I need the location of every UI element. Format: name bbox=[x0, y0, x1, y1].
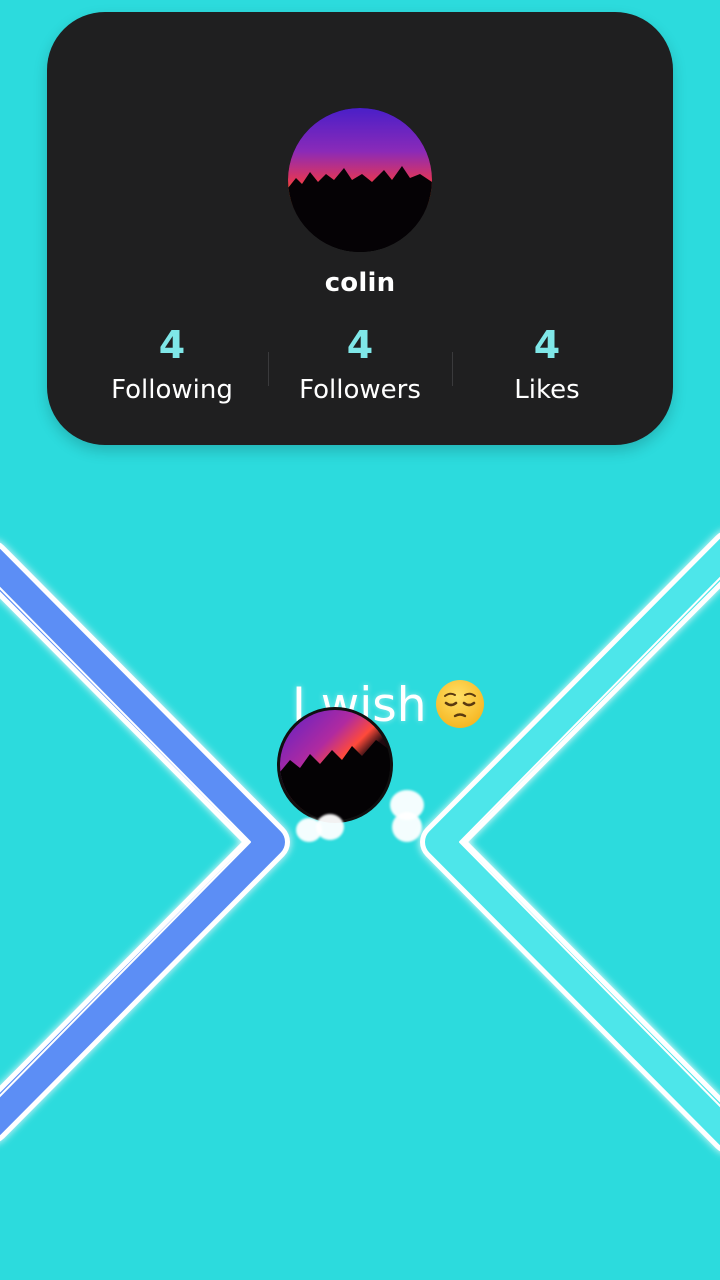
player-ball[interactable] bbox=[277, 707, 393, 823]
likes-count: 4 bbox=[533, 323, 561, 367]
followers-label: Followers bbox=[299, 375, 421, 405]
stat-likes[interactable]: 4 Likes bbox=[447, 322, 647, 410]
likes-label: Likes bbox=[514, 375, 580, 405]
stat-followers[interactable]: 4 Followers bbox=[260, 322, 460, 410]
followers-count: 4 bbox=[346, 323, 374, 367]
following-label: Following bbox=[111, 375, 233, 405]
smoke-puff bbox=[316, 814, 344, 840]
profile-avatar[interactable] bbox=[288, 108, 432, 252]
stat-following[interactable]: 4 Following bbox=[72, 322, 272, 410]
left-chevron-wall bbox=[0, 542, 290, 1142]
profile-username: colin bbox=[324, 268, 396, 298]
pensive-face-icon bbox=[435, 680, 484, 728]
following-count: 4 bbox=[158, 323, 186, 367]
right-chevron-wall bbox=[420, 532, 720, 1152]
sunset-photo-icon bbox=[280, 710, 390, 820]
smoke-puff bbox=[392, 812, 422, 842]
sunset-photo-icon bbox=[288, 108, 432, 252]
